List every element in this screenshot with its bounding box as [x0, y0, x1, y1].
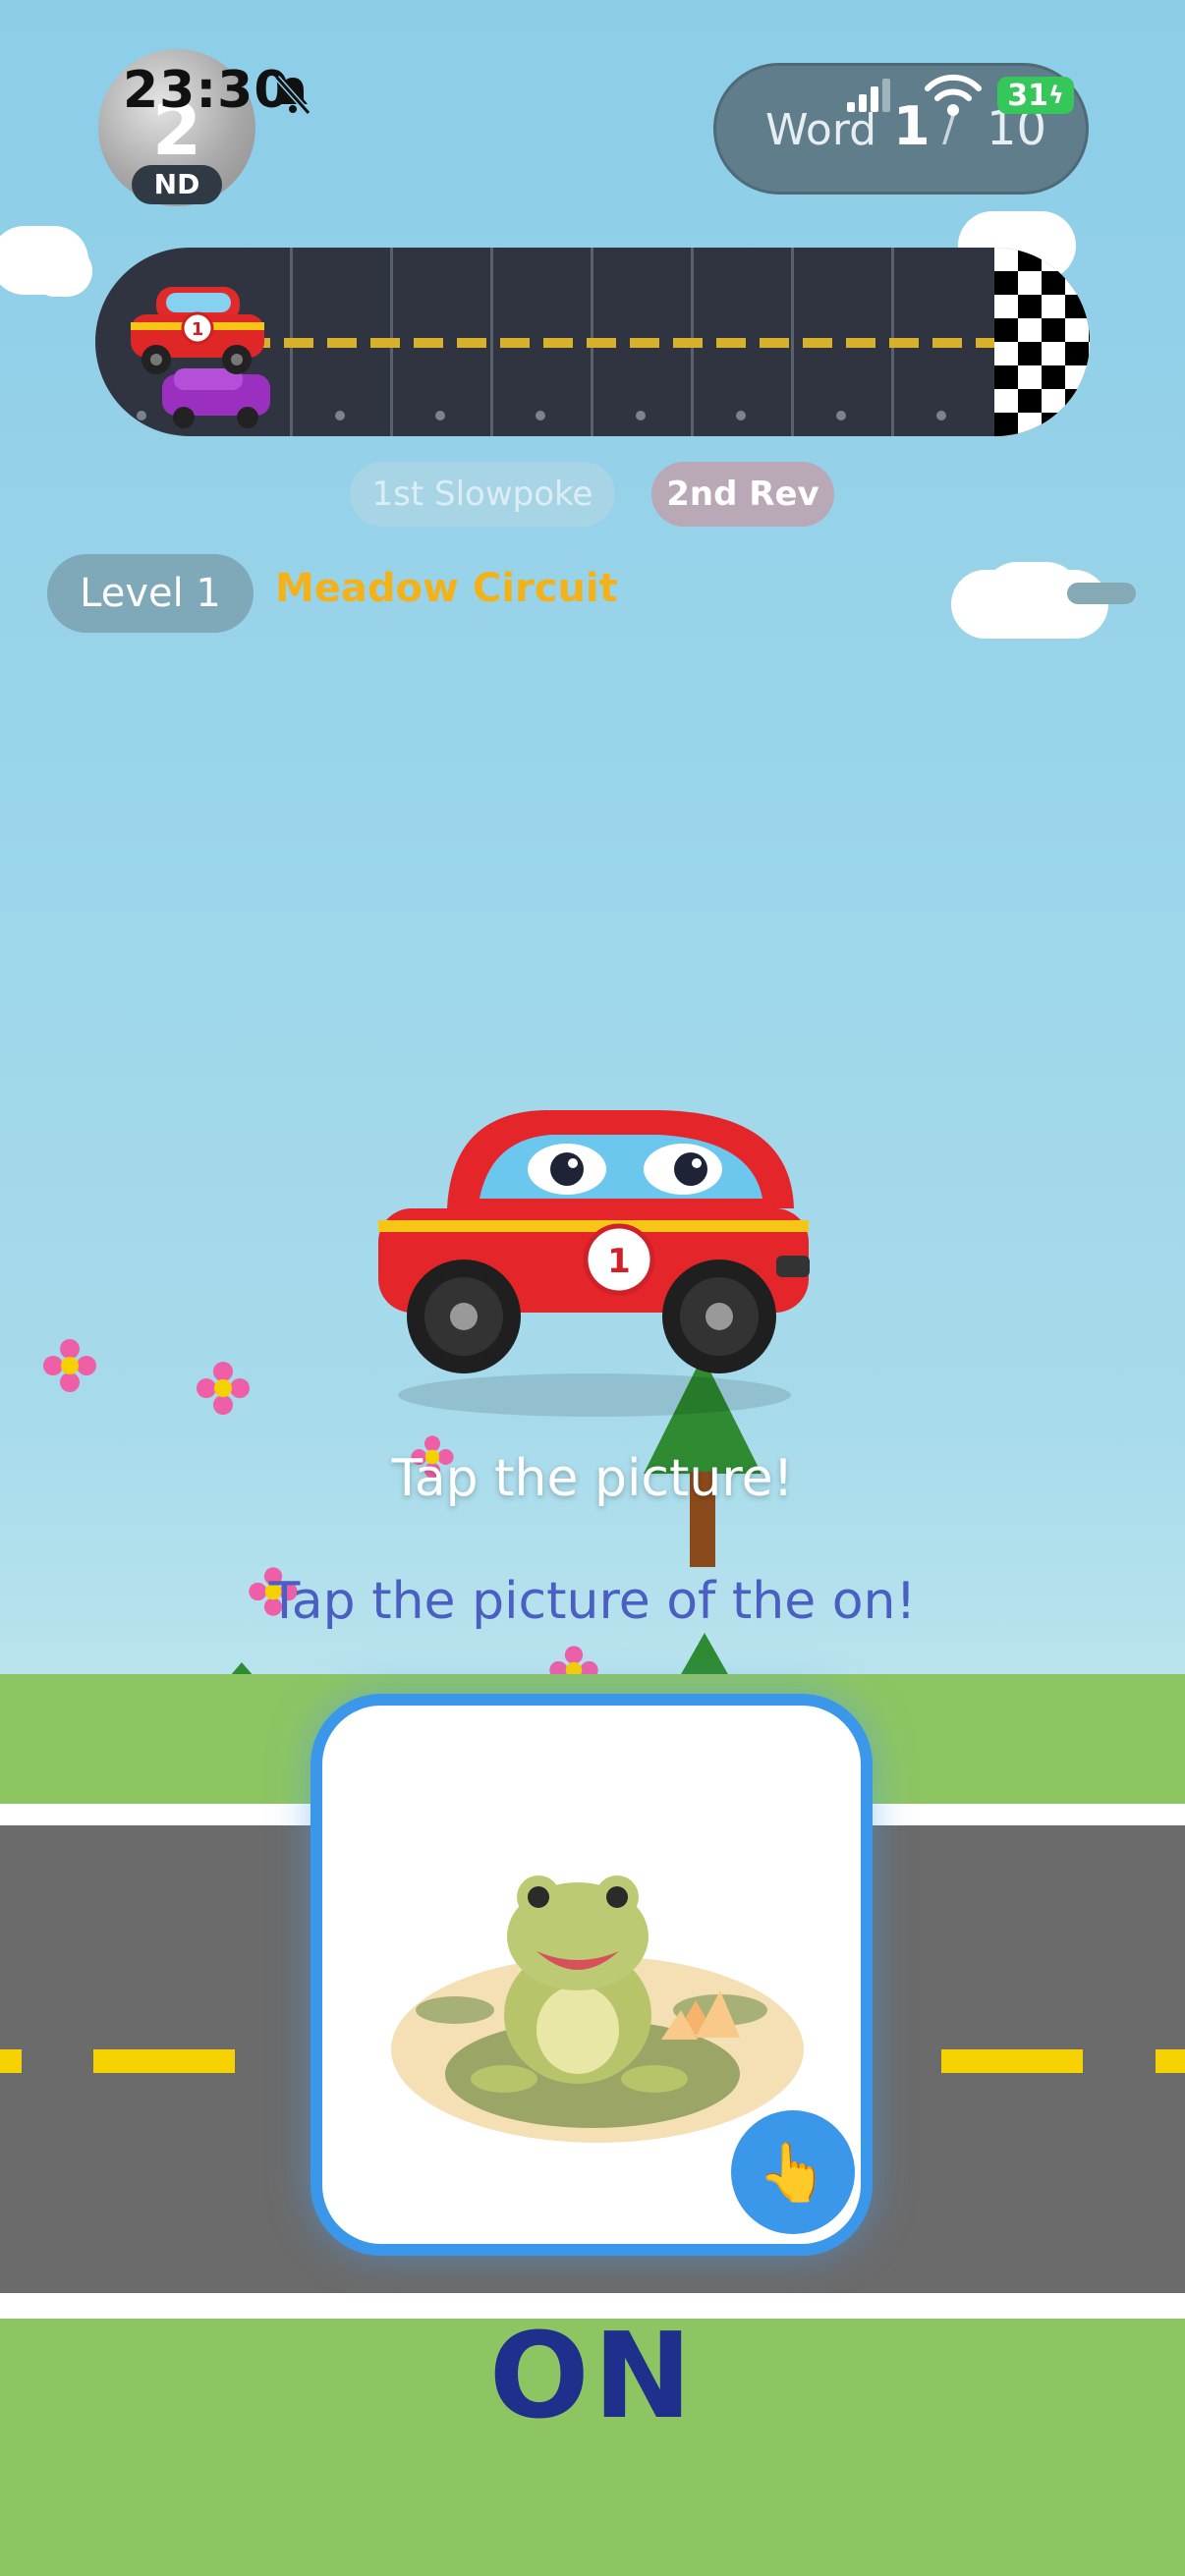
hero-car-number: 1	[607, 1242, 631, 1281]
racer-chip-slowpoke: 1st Slowpoke	[350, 462, 615, 527]
level-pill: Level 1	[47, 554, 254, 633]
road-dash	[1156, 2049, 1185, 2073]
wifi-icon	[925, 74, 982, 116]
circuit-name: Meadow Circuit	[275, 566, 618, 611]
prompt-subtitle: Tap the picture of the on!	[268, 1572, 917, 1631]
cloud-right-mid-puff	[983, 562, 1081, 631]
race-position-suffix: ND	[132, 165, 222, 204]
battery-charging-icon: 31 ϟ	[997, 77, 1074, 114]
road-dash	[941, 2049, 1083, 2073]
flower-icon	[43, 1339, 96, 1392]
tree-top-icon	[680, 1633, 729, 1676]
flower-icon	[197, 1362, 250, 1415]
road-dash	[0, 2049, 22, 2073]
player-car-icon: 1	[131, 287, 264, 374]
lightning-icon: ϟ	[1047, 82, 1064, 109]
player-car-number: 1	[192, 319, 204, 340]
finish-line-flag	[994, 248, 1090, 436]
picture-card[interactable]: 👆	[310, 1694, 873, 2256]
cellular-signal-icon	[847, 79, 890, 112]
indicator-pill	[1067, 583, 1136, 604]
status-time: 23:30	[123, 61, 291, 120]
pointing-hand-button[interactable]: 👆	[731, 2110, 855, 2234]
pointing-hand-icon: 👆	[757, 2139, 829, 2206]
battery-level: 31	[1007, 78, 1048, 113]
frog-on-lily-pad-image	[391, 1876, 804, 2143]
target-word: ON	[488, 2309, 697, 2445]
track-center-line	[154, 338, 1068, 348]
hero-car-icon: 1	[378, 1110, 810, 1417]
prompt-title: Tap the picture!	[391, 1449, 794, 1508]
cloud-left-puff	[29, 246, 92, 297]
road-dash	[93, 2049, 235, 2073]
race-progress-track: 1	[95, 248, 1090, 436]
racer-chip-rev: 2nd Rev	[651, 462, 834, 527]
bell-slash-icon	[274, 76, 311, 115]
